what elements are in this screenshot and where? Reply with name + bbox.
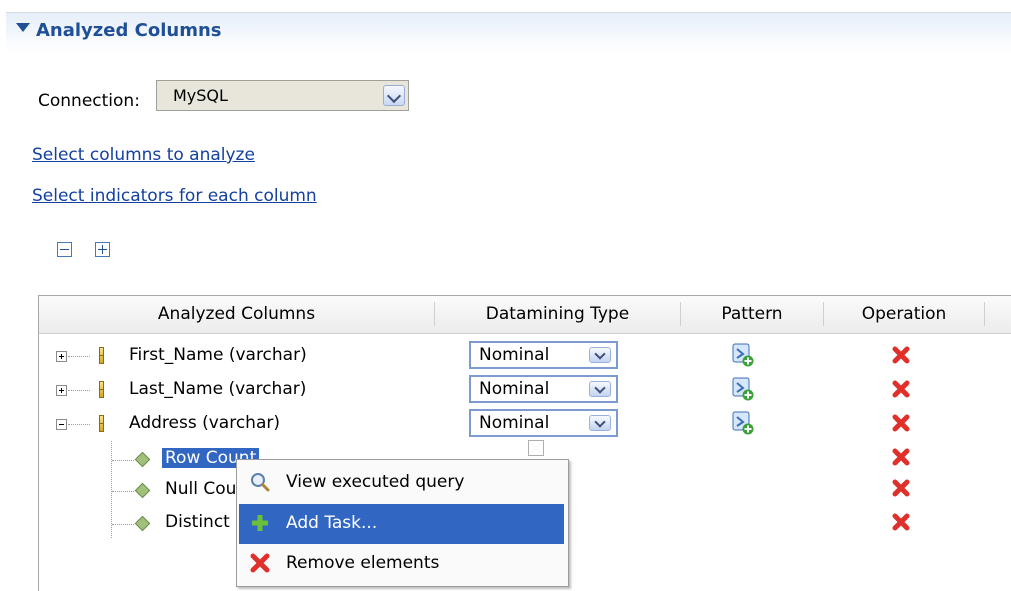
table-header: Analyzed Columns Datamining Type Pattern… — [39, 296, 1011, 334]
dropdown-button[interactable] — [589, 347, 611, 363]
delete-icon[interactable] — [891, 478, 911, 498]
menu-item-label: Add Task... — [286, 513, 378, 533]
datamining-type-value: Nominal — [479, 379, 550, 399]
chevron-down-icon — [594, 416, 606, 428]
dropdown-button[interactable] — [589, 415, 611, 431]
header-pattern[interactable]: Pattern — [681, 296, 823, 333]
chevron-down-icon — [594, 348, 606, 360]
datamining-type-value: Nominal — [479, 413, 550, 433]
menu-item-label: View executed query — [286, 472, 465, 492]
collapse-icon[interactable] — [56, 419, 67, 430]
column-icon — [99, 415, 104, 432]
indicator-icon — [134, 482, 151, 499]
connection-dropdown-button[interactable] — [383, 85, 405, 106]
datamining-type-select[interactable]: Nominal — [469, 375, 618, 403]
collapse-triangle-icon[interactable] — [16, 23, 30, 32]
document-icon — [528, 440, 544, 456]
section-header[interactable]: Analyzed Columns — [6, 12, 1011, 53]
menu-item-view-executed-query[interactable]: View executed query — [239, 463, 564, 503]
indicator-name: Null Cou — [165, 479, 237, 499]
add-pattern-icon[interactable] — [731, 342, 755, 368]
connection-select[interactable]: MySQL — [156, 80, 409, 111]
header-analyzed-columns[interactable]: Analyzed Columns — [39, 296, 434, 333]
datamining-type-select[interactable]: Nominal — [469, 409, 618, 437]
add-pattern-icon[interactable] — [731, 376, 755, 402]
magnifier-icon — [251, 473, 270, 492]
delete-icon[interactable] — [891, 512, 911, 532]
connection-value: MySQL — [173, 86, 228, 105]
context-menu: View executed query Add Task... Remove e… — [236, 459, 569, 587]
connection-label: Connection: — [38, 91, 140, 111]
chevron-down-icon — [594, 382, 606, 394]
header-operation[interactable]: Operation — [824, 296, 984, 333]
chevron-down-icon — [386, 88, 402, 104]
select-indicators-link[interactable]: Select indicators for each column — [32, 186, 317, 206]
delete-icon[interactable] — [891, 345, 911, 365]
delete-icon[interactable] — [891, 379, 911, 399]
column-name: First_Name (varchar) — [129, 345, 307, 365]
menu-item-remove-elements[interactable]: Remove elements — [239, 544, 564, 584]
table-row[interactable]: Last_Name (varchar) Nominal — [39, 375, 1011, 405]
delete-icon[interactable] — [891, 447, 911, 467]
datamining-type-value: Nominal — [479, 345, 550, 365]
menu-item-add-task[interactable]: Add Task... — [239, 504, 564, 544]
section-title: Analyzed Columns — [36, 20, 222, 41]
indicator-icon — [134, 451, 151, 468]
indicator-name: Distinct — [165, 512, 230, 532]
indicator-icon — [134, 515, 151, 532]
select-columns-link[interactable]: Select columns to analyze — [32, 145, 255, 165]
column-icon — [99, 381, 104, 398]
dropdown-button[interactable] — [589, 381, 611, 397]
header-datamining-type[interactable]: Datamining Type — [435, 296, 680, 333]
column-name: Last_Name (varchar) — [129, 379, 307, 399]
column-name: Address (varchar) — [129, 413, 280, 433]
green-plus-icon — [252, 515, 268, 531]
table-row[interactable]: First_Name (varchar) Nominal — [39, 341, 1011, 371]
add-pattern-icon[interactable] — [731, 410, 755, 436]
expand-all-icon[interactable] — [95, 242, 110, 257]
expand-icon[interactable] — [56, 351, 67, 362]
table-row[interactable]: Address (varchar) Nominal — [39, 409, 1011, 439]
menu-item-label: Remove elements — [286, 553, 440, 573]
delete-icon[interactable] — [891, 413, 911, 433]
datamining-type-select[interactable]: Nominal — [469, 341, 618, 369]
collapse-all-icon[interactable] — [57, 242, 72, 257]
column-icon — [99, 347, 104, 364]
expand-icon[interactable] — [56, 385, 67, 396]
red-x-icon — [250, 553, 270, 573]
